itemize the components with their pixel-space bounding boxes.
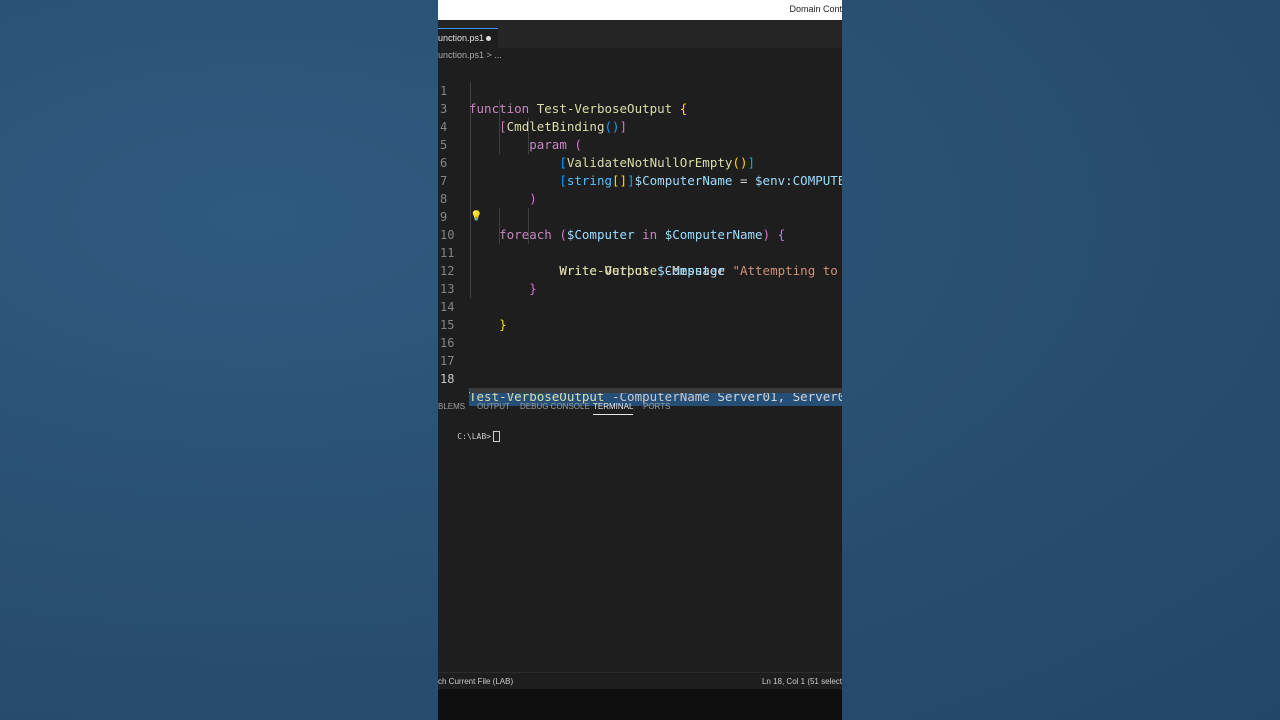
tab-label: unction.ps1 xyxy=(438,33,485,43)
code-line[interactable]: 14 } xyxy=(438,280,842,332)
code-line[interactable]: 5 [ValidateNotNullOrEmpty()] xyxy=(438,118,842,170)
status-left-item[interactable]: ch Current File (LAB) xyxy=(438,677,513,686)
code-line[interactable]: 10 💡 Write-Verbose -Message "Attempting … xyxy=(438,208,842,278)
unsaved-dot-icon[interactable] xyxy=(486,36,491,41)
tab-problems[interactable]: BLEMS xyxy=(438,402,465,411)
code-line[interactable]: 11 Write-Output $Computer xyxy=(438,226,842,278)
terminal-prompt: C:\LAB> xyxy=(457,432,491,441)
code-line[interactable]: 6 [string[]]$ComputerName = $env:COMPUTE… xyxy=(438,136,842,188)
title-gap xyxy=(438,20,842,28)
line-number: 18 xyxy=(440,372,455,386)
status-cursor-position[interactable]: Ln 18, Col 1 (51 select xyxy=(762,677,842,686)
terminal[interactable]: C:\LAB> xyxy=(438,422,500,451)
code-line[interactable]: 12 } xyxy=(438,244,842,296)
code-line[interactable]: 1 function Test-VerboseOutput { xyxy=(438,64,842,116)
title-bar: Domain Cont xyxy=(438,0,842,21)
code-line[interactable]: 13 xyxy=(438,262,842,296)
tab-function-ps1[interactable]: unction.ps1 xyxy=(438,28,498,48)
breadcrumb[interactable]: unction.ps1 > ... xyxy=(438,50,502,64)
code-line-selected[interactable]: 18 Test-VerboseOutput -ComputerName Serv… xyxy=(438,352,842,406)
editor-tab-bar: unction.ps1 xyxy=(438,28,842,48)
code-line[interactable]: 8 xyxy=(438,172,842,206)
code-line[interactable]: 16 xyxy=(438,316,842,350)
title-bar-text: Domain Cont xyxy=(789,4,842,14)
status-bar: ch Current File (LAB) Ln 18, Col 1 (51 s… xyxy=(438,672,842,690)
tab-terminal[interactable]: TERMINAL xyxy=(593,402,634,415)
lightbulb-icon[interactable]: 💡 xyxy=(470,208,482,226)
code-line[interactable]: 15 xyxy=(438,298,842,332)
vscode-window: Domain Cont unction.ps1 unction.ps1 > ..… xyxy=(438,0,842,720)
tab-ports[interactable]: PORTS xyxy=(643,402,670,411)
terminal-cursor xyxy=(492,431,500,442)
code-line[interactable]: 4 param ( xyxy=(438,100,842,152)
tab-output[interactable]: OUTPUT xyxy=(477,402,510,411)
code-line[interactable]: 17 xyxy=(438,334,842,368)
code-line[interactable]: 9 foreach ($Computer in $ComputerName) { xyxy=(438,190,842,242)
code-editor[interactable]: 1 function Test-VerboseOutput { 3 [Cmdle… xyxy=(438,64,842,406)
panel-tab-bar: BLEMS OUTPUT DEBUG CONSOLE TERMINAL PORT… xyxy=(438,396,842,416)
code-line[interactable]: 3 [CmdletBinding()] xyxy=(438,82,842,134)
code-line[interactable]: 7 ) xyxy=(438,154,842,206)
horizontal-scrollbar[interactable] xyxy=(470,388,842,393)
tab-debug-console[interactable]: DEBUG CONSOLE xyxy=(520,402,590,411)
taskbar xyxy=(438,689,842,720)
